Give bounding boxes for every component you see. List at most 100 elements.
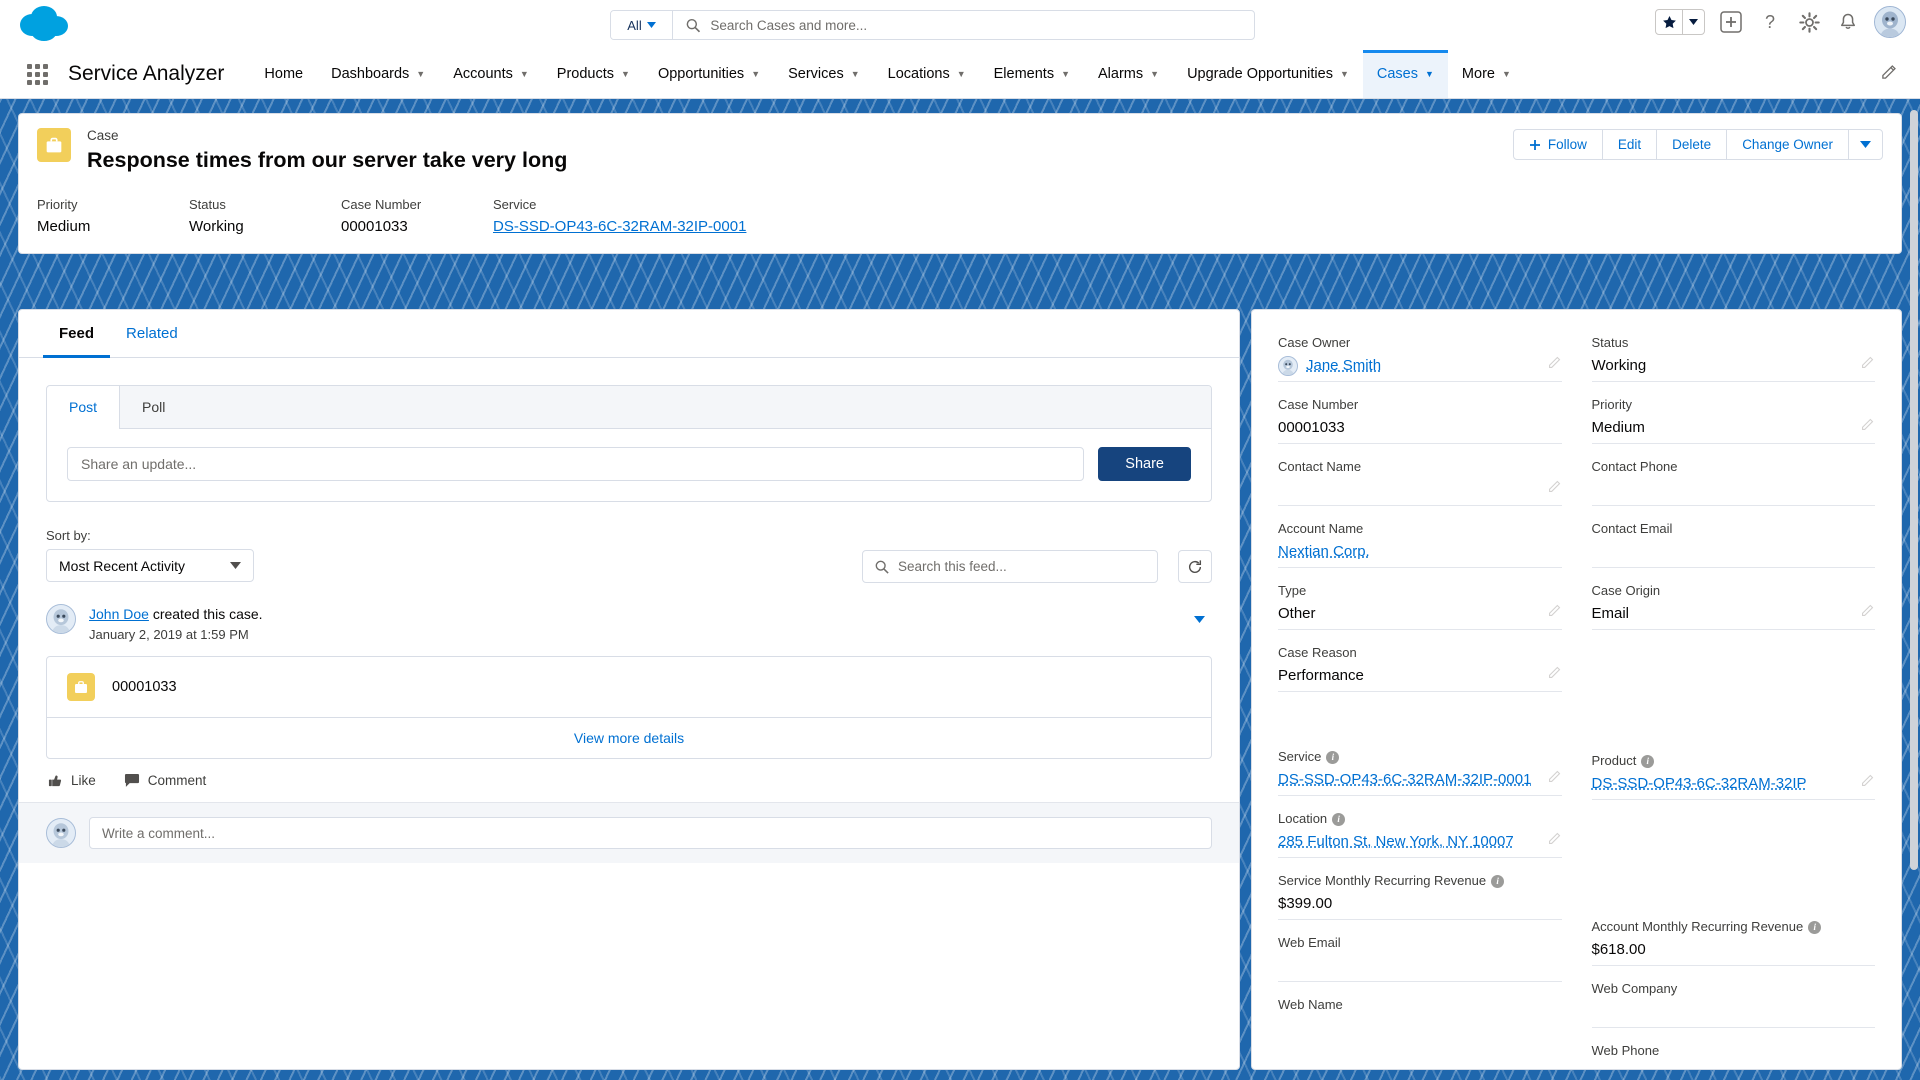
info-icon[interactable]: i <box>1491 874 1505 888</box>
favorites-group[interactable] <box>1655 9 1705 35</box>
thumbs-up-icon <box>48 775 62 787</box>
edit-button-label: Edit <box>1617 137 1642 152</box>
nav-item-services[interactable]: Services ▼ <box>774 50 874 98</box>
highlight-field-priority: Priority Medium <box>37 196 189 235</box>
field-label-text: Account Monthly Recurring Revenue <box>1591 919 1804 934</box>
tab-feed[interactable]: Feed <box>43 310 111 358</box>
refresh-feed-button[interactable] <box>1178 550 1212 583</box>
avatar <box>46 604 76 634</box>
tab-label: Poll <box>142 399 166 415</box>
feed-item-menu-icon[interactable] <box>1188 608 1210 630</box>
follow-button-label: Follow <box>1547 137 1587 152</box>
nav-item-accounts[interactable]: Accounts ▼ <box>439 50 543 98</box>
search-scope-selector[interactable]: All <box>611 11 673 39</box>
edit-button[interactable]: Edit <box>1601 129 1658 160</box>
comment-button[interactable]: Comment <box>124 773 206 788</box>
nav-item-products[interactable]: Products ▼ <box>543 50 644 98</box>
like-button[interactable]: Like <box>48 773 96 788</box>
nav-item-more[interactable]: More ▼ <box>1448 50 1525 98</box>
edit-pencil-icon[interactable] <box>1861 355 1875 374</box>
nav-item-alarms[interactable]: Alarms ▼ <box>1084 50 1173 98</box>
field-value: Other <box>1278 605 1316 622</box>
nav-item-locations[interactable]: Locations ▼ <box>874 50 980 98</box>
setup-gear-icon[interactable] <box>1796 9 1822 35</box>
delete-button-label: Delete <box>1672 137 1712 152</box>
edit-pencil-icon[interactable] <box>1548 665 1562 684</box>
edit-pencil-icon[interactable] <box>1548 769 1562 788</box>
nav-item-upgrade-opportunities[interactable]: Upgrade Opportunities ▼ <box>1173 50 1363 98</box>
info-icon[interactable]: i <box>1641 754 1655 768</box>
app-launcher-icon[interactable] <box>22 50 52 98</box>
detail-field-status: Status Working <box>1591 334 1875 382</box>
product-link[interactable]: DS-SSD-OP43-6C-32RAM-32IP <box>1592 773 1876 794</box>
location-link[interactable]: 285 Fulton St, New York, NY 10007 <box>1278 831 1562 852</box>
more-actions-button[interactable] <box>1848 129 1883 160</box>
edit-pencil-icon[interactable] <box>1861 417 1875 436</box>
edit-pencil-icon[interactable] <box>1548 355 1562 374</box>
notifications-bell-icon[interactable] <box>1835 9 1861 35</box>
search-input[interactable] <box>710 17 1254 33</box>
follow-button[interactable]: Follow <box>1512 129 1603 160</box>
info-icon[interactable]: i <box>1808 920 1822 934</box>
edit-pencil-icon[interactable] <box>1548 603 1562 622</box>
delete-button[interactable]: Delete <box>1656 129 1728 160</box>
tab-related[interactable]: Related <box>110 310 194 358</box>
feed-search-placeholder: Search this feed... <box>898 559 1007 574</box>
nav-item-cases[interactable]: Cases ▼ <box>1362 50 1448 98</box>
info-icon[interactable]: i <box>1326 750 1340 764</box>
chevron-down-icon: ▼ <box>751 69 761 79</box>
share-update-input[interactable]: Share an update... <box>67 447 1085 481</box>
detail-field-web-phone: Web Phone <box>1592 1042 1876 1069</box>
edit-pencil-icon[interactable] <box>1548 479 1562 498</box>
publisher-tab-poll[interactable]: Poll <box>120 386 188 428</box>
chevron-down-icon: ▼ <box>1339 69 1349 79</box>
feed-search-input[interactable]: Search this feed... <box>862 550 1158 583</box>
change-owner-button[interactable]: Change Owner <box>1726 129 1849 160</box>
detail-field-case-number: Case Number 00001033 <box>1278 396 1562 444</box>
avatar <box>46 818 76 848</box>
edit-pencil-icon[interactable] <box>1548 831 1562 850</box>
service-link[interactable]: DS-SSD-OP43-6C-32RAM-32IP-0001 <box>493 218 853 235</box>
user-avatar[interactable] <box>1874 6 1906 38</box>
nav-item-dashboards[interactable]: Dashboards ▼ <box>317 50 439 98</box>
feed-item-author-link[interactable]: John Doe <box>89 606 149 622</box>
publisher-tab-post[interactable]: Post <box>47 386 121 429</box>
add-icon[interactable] <box>1718 9 1744 35</box>
edit-pencil-icon[interactable] <box>1861 603 1875 622</box>
detail-column-right: Status Working Priority Medium Contact P… <box>1591 334 1876 1069</box>
search-input-area[interactable] <box>673 11 1254 39</box>
edit-pencil-icon[interactable] <box>1861 773 1875 792</box>
field-label: Web Name <box>1278 997 1343 1012</box>
write-comment-input[interactable]: Write a comment... <box>89 817 1212 849</box>
nav-item-label: More <box>1461 66 1495 82</box>
nav-item-elements[interactable]: Elements ▼ <box>980 50 1084 98</box>
share-button[interactable]: Share <box>1098 447 1191 481</box>
field-label: Service <box>493 197 537 212</box>
svg-text:?: ? <box>1765 12 1775 32</box>
detail-field-service-monthly-recurring-revenue: Service Monthly Recurring Revenue i $399.… <box>1278 872 1562 920</box>
nav-item-opportunities[interactable]: Opportunities ▼ <box>644 50 774 98</box>
favorites-dropdown-icon[interactable] <box>1683 10 1704 34</box>
chevron-down-icon <box>230 562 241 569</box>
salesforce-cloud-logo[interactable] <box>18 4 80 46</box>
tab-label: Related <box>126 325 178 342</box>
detail-field-case-origin: Case Origin Email <box>1591 582 1875 630</box>
nav-item-label: Upgrade Opportunities <box>1187 66 1333 82</box>
field-label: Case Number <box>1278 397 1359 412</box>
app-name[interactable]: Service Analyzer <box>68 50 224 98</box>
field-label: Contact Name <box>1278 459 1362 474</box>
account-name-link[interactable]: Nextian Corp. <box>1278 541 1562 562</box>
service-link[interactable]: DS-SSD-OP43-6C-32RAM-32IP-0001 <box>1278 769 1562 790</box>
help-icon[interactable]: ? <box>1757 9 1783 35</box>
page-scrollbar[interactable] <box>1910 110 1918 870</box>
sort-by-select[interactable]: Most Recent Activity <box>46 549 254 582</box>
view-more-details-link[interactable]: View more details <box>47 717 1211 758</box>
case-owner-link[interactable]: Jane Smith <box>1306 355 1381 376</box>
chevron-down-icon: ▼ <box>1061 69 1071 79</box>
nav-item-home[interactable]: Home <box>250 50 317 98</box>
field-value <box>1592 479 1876 500</box>
info-icon[interactable]: i <box>1332 812 1346 826</box>
favorites-star-icon[interactable] <box>1656 10 1683 34</box>
global-search[interactable]: All <box>610 10 1255 40</box>
edit-navigation-pencil-icon[interactable] <box>1881 63 1898 85</box>
